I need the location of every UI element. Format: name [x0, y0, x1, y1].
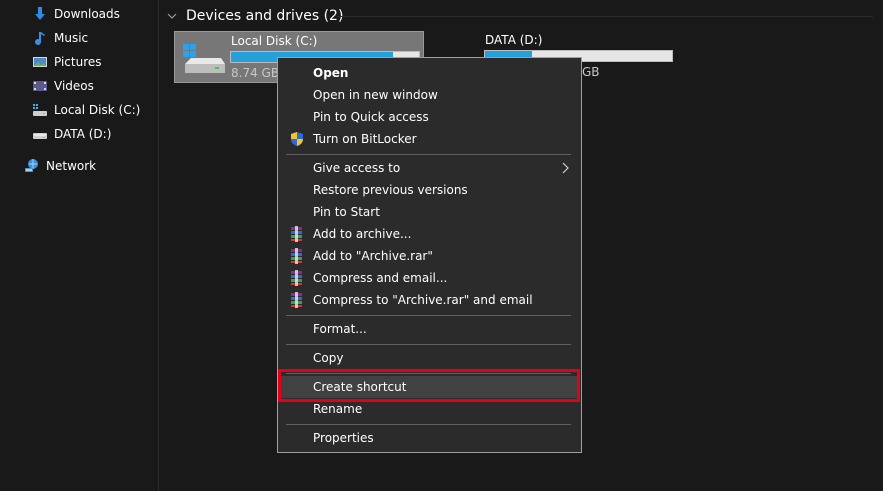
sidebar-item-label: DATA (D:) — [54, 127, 112, 141]
sidebar-item-label: Pictures — [54, 55, 102, 69]
menu-item-label: Pin to Quick access — [313, 110, 429, 124]
menu-item-format[interactable]: Format... — [280, 318, 579, 340]
section-divider — [337, 16, 873, 17]
sidebar-item-downloads[interactable]: Downloads — [32, 3, 120, 25]
local-disk-icon — [32, 102, 48, 118]
menu-item-open[interactable]: Open — [280, 62, 579, 84]
menu-item-label: Copy — [313, 351, 344, 365]
menu-item-add-to-archive[interactable]: Add to archive... — [280, 223, 579, 245]
navigation-pane: Downloads Music Pictures Videos Local Di… — [0, 0, 159, 491]
menu-item-label: Format... — [313, 322, 367, 336]
menu-item-label: Add to archive... — [313, 227, 412, 241]
menu-separator — [286, 344, 571, 345]
menu-item-open-new-window[interactable]: Open in new window — [280, 84, 579, 106]
sidebar-item-label: Downloads — [54, 7, 120, 21]
menu-item-bitlocker[interactable]: Turn on BitLocker — [280, 128, 579, 150]
sidebar-item-videos[interactable]: Videos — [32, 75, 94, 97]
winrar-icon — [291, 226, 302, 242]
menu-separator — [286, 424, 571, 425]
menu-item-copy[interactable]: Copy — [280, 347, 579, 369]
sidebar-item-network[interactable]: Network — [24, 155, 96, 177]
winrar-icon — [291, 270, 302, 286]
sidebar-item-label: Network — [46, 159, 97, 173]
menu-item-label: Pin to Start — [313, 205, 380, 219]
menu-separator — [286, 373, 571, 374]
drive-name: DATA (D:) — [485, 33, 543, 47]
sidebar-item-label: Videos — [54, 79, 94, 93]
menu-item-label: Add to "Archive.rar" — [313, 249, 433, 263]
menu-item-label: Properties — [313, 431, 374, 445]
menu-item-label: Restore previous versions — [313, 183, 468, 197]
winrar-icon — [291, 248, 302, 264]
section-title: Devices and drives (2) — [186, 8, 344, 24]
menu-separator — [286, 315, 571, 316]
chevron-down-icon — [167, 13, 177, 19]
sidebar-item-label: Music — [54, 31, 89, 45]
menu-item-label: Open — [313, 66, 349, 80]
drive-icon — [32, 126, 48, 142]
sidebar-item-data-d[interactable]: DATA (D:) — [32, 123, 111, 145]
network-icon — [24, 158, 40, 174]
winrar-icon — [291, 292, 302, 308]
menu-item-label: Create shortcut — [313, 380, 407, 394]
menu-item-label: Rename — [313, 402, 363, 416]
menu-item-label: Compress to "Archive.rar" and email — [313, 293, 533, 307]
chevron-right-icon — [562, 162, 569, 174]
menu-item-compress-email[interactable]: Compress and email... — [280, 267, 579, 289]
menu-separator — [286, 154, 571, 155]
menu-item-pin-start[interactable]: Pin to Start — [280, 201, 579, 223]
sidebar-item-local-disk-c[interactable]: Local Disk (C:) — [32, 99, 140, 121]
sidebar-item-label: Local Disk (C:) — [54, 103, 141, 117]
menu-item-create-shortcut[interactable]: Create shortcut — [280, 376, 579, 398]
sidebar-item-music[interactable]: Music — [32, 27, 88, 49]
music-note-icon — [32, 30, 48, 46]
menu-item-add-to-archive-rar[interactable]: Add to "Archive.rar" — [280, 245, 579, 267]
sidebar-item-pictures[interactable]: Pictures — [32, 51, 102, 73]
menu-item-compress-rar-email[interactable]: Compress to "Archive.rar" and email — [280, 289, 579, 311]
shield-icon — [291, 132, 303, 146]
pictures-icon — [32, 54, 48, 70]
menu-item-rename[interactable]: Rename — [280, 398, 579, 420]
local-disk-icon — [183, 44, 225, 73]
drive-free-space: GB — [582, 65, 600, 79]
context-menu: Open Open in new window Pin to Quick acc… — [277, 57, 582, 453]
menu-item-label: Open in new window — [313, 88, 438, 102]
menu-item-label: Turn on BitLocker — [313, 132, 417, 146]
menu-item-give-access[interactable]: Give access to — [280, 157, 579, 179]
menu-item-label: Give access to — [313, 161, 401, 175]
menu-item-restore-versions[interactable]: Restore previous versions — [280, 179, 579, 201]
videos-icon — [32, 78, 48, 94]
menu-item-label: Compress and email... — [313, 271, 448, 285]
menu-item-pin-quick-access[interactable]: Pin to Quick access — [280, 106, 579, 128]
menu-item-properties[interactable]: Properties — [280, 427, 579, 449]
devices-section-header[interactable]: Devices and drives (2) — [166, 6, 343, 26]
download-arrow-icon — [32, 6, 48, 22]
drive-name: Local Disk (C:) — [231, 34, 318, 48]
